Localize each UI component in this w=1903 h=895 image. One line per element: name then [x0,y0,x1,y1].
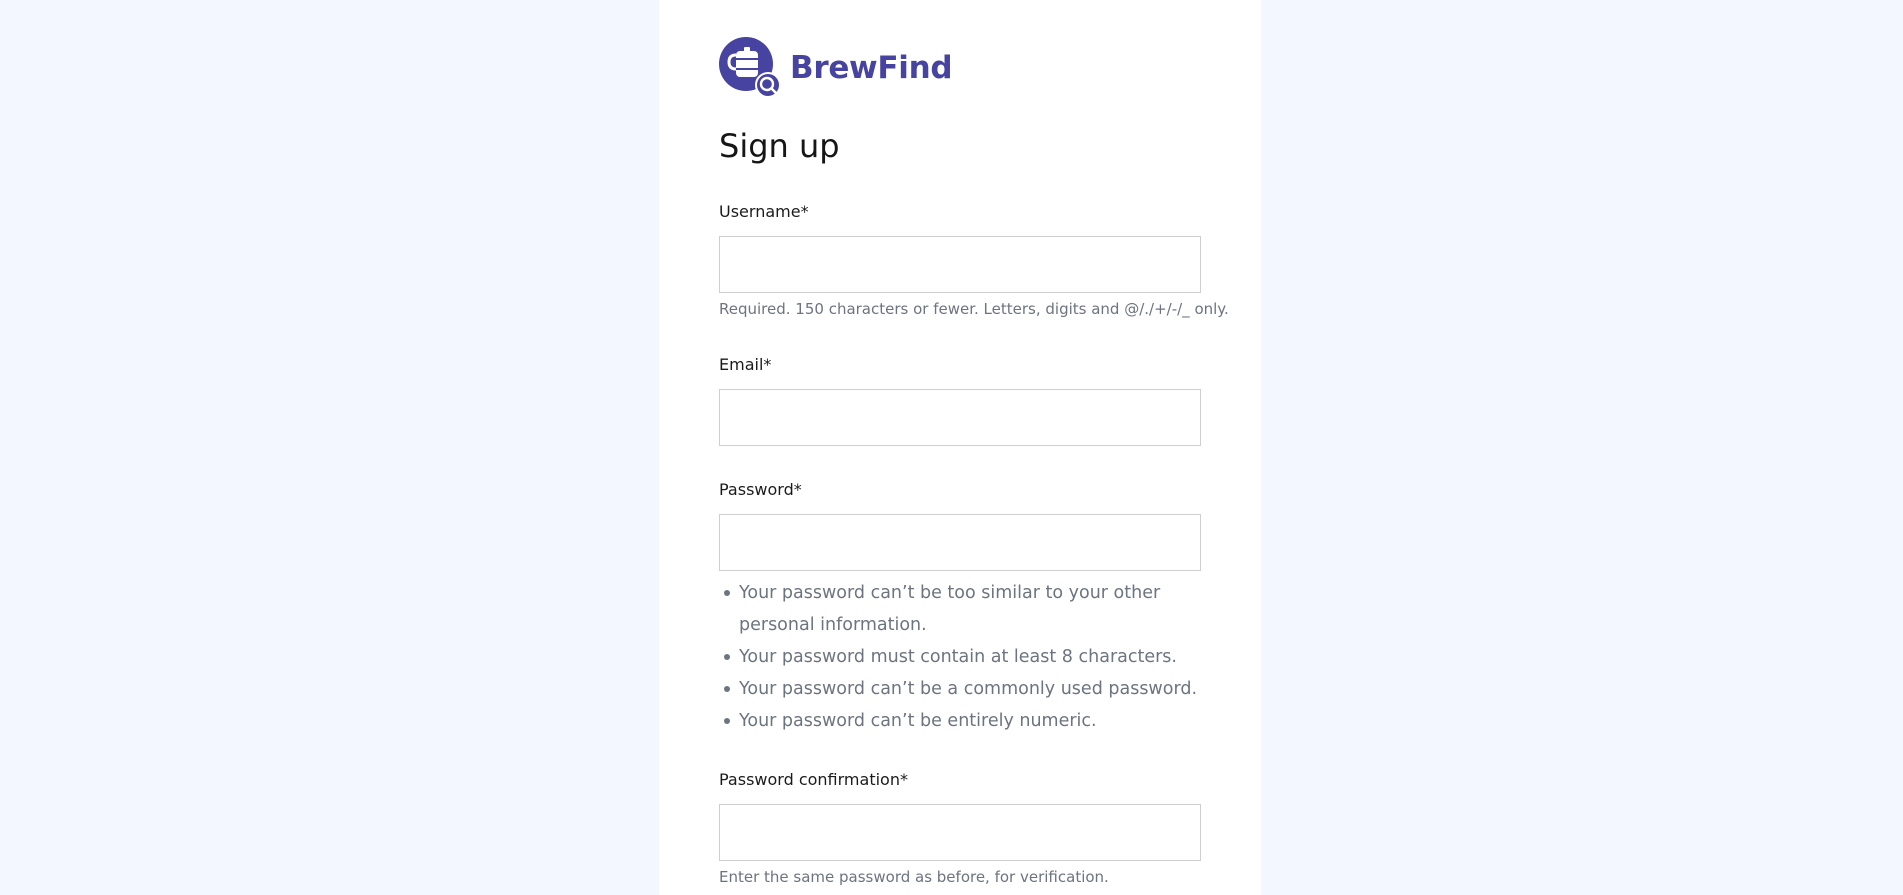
password-rule: Your password must contain at least 8 ch… [719,641,1201,673]
password-rule: Your password can’t be too similar to yo… [719,577,1201,641]
password-rules-list: Your password can’t be too similar to yo… [719,577,1201,737]
password-label: Password* [719,480,802,499]
username-input[interactable] [719,236,1201,293]
username-label: Username* [719,202,809,221]
page-title: Sign up [719,127,840,165]
signup-card: BrewFind Sign up Username* Required. 150… [659,0,1261,895]
password-rule: Your password can’t be a commonly used p… [719,673,1201,705]
password-confirmation-input[interactable] [719,804,1201,861]
username-help-text: Required. 150 characters or fewer. Lette… [719,300,1229,318]
password-input[interactable] [719,514,1201,571]
brand-logo[interactable]: BrewFind [719,37,953,99]
email-label: Email* [719,355,772,374]
password-rule: Your password can’t be entirely numeric. [719,705,1201,737]
beer-keg-search-icon [719,37,781,98]
password-confirmation-label: Password confirmation* [719,770,908,789]
password-confirmation-help-text: Enter the same password as before, for v… [719,868,1109,886]
brand-name: BrewFind [790,49,953,86]
email-input[interactable] [719,389,1201,446]
